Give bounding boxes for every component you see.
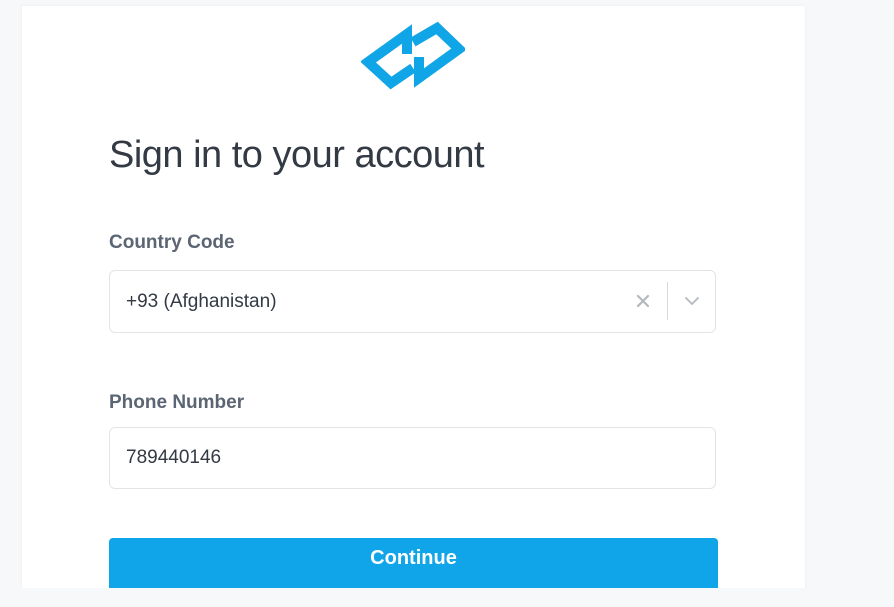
- signin-card: Sign in to your account Country Code +93…: [22, 6, 805, 588]
- page-title: Sign in to your account: [109, 134, 485, 176]
- page: Sign in to your account Country Code +93…: [0, 0, 894, 607]
- phone-number-label: Phone Number: [109, 392, 245, 413]
- brand-logo-icon: [360, 20, 467, 90]
- close-icon[interactable]: [629, 287, 657, 315]
- chevron-down-icon[interactable]: [678, 287, 706, 315]
- page-bottom-strip: [0, 588, 894, 607]
- country-code-select[interactable]: +93 (Afghanistan): [109, 270, 716, 333]
- phone-number-field[interactable]: [109, 427, 716, 489]
- select-divider: [667, 282, 668, 320]
- continue-button[interactable]: Continue: [109, 538, 718, 588]
- country-code-value: +93 (Afghanistan): [126, 291, 277, 312]
- country-code-label: Country Code: [109, 232, 235, 253]
